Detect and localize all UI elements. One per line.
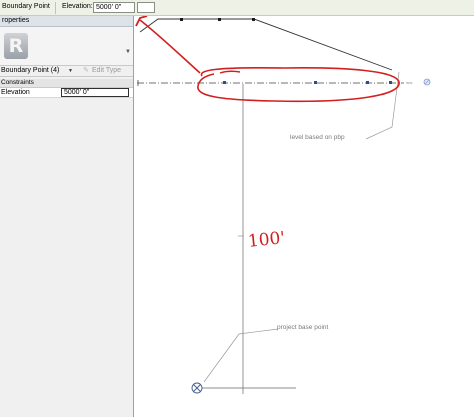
boundary-vertex	[180, 18, 183, 21]
edit-type-button[interactable]: Edit Type	[92, 67, 121, 74]
property-name: Elevation	[1, 89, 30, 96]
selection-label: Boundary Point	[2, 3, 50, 10]
level-point-marker	[314, 81, 317, 84]
red-markup-leader	[139, 19, 201, 74]
elevation-input[interactable]: 5000' 0"	[93, 2, 135, 13]
elevation-label: Elevation:	[62, 3, 93, 10]
properties-title: roperties	[0, 16, 133, 27]
handwritten-dimension: 100'	[247, 228, 287, 252]
dropdown-arrow-icon[interactable]: ▼	[68, 68, 73, 74]
level-note-label: level based on pbp	[290, 134, 345, 141]
project-base-point-label: project base point	[277, 324, 329, 331]
elevation-property-input[interactable]: 5000' 0"	[61, 88, 129, 97]
boundary-vertex	[252, 18, 255, 21]
elevation-unit-field[interactable]	[137, 2, 155, 13]
revit-family-icon: R	[4, 33, 28, 59]
level-point-marker	[223, 81, 226, 84]
property-row: Elevation 5000' 0"	[0, 88, 133, 98]
boundary-vertex	[218, 18, 221, 21]
project-base-point-icon	[191, 382, 203, 394]
level-note-leader	[365, 71, 400, 140]
level-head-tag: ≈≈	[406, 81, 413, 87]
level-point-marker	[389, 81, 392, 84]
level-point-marker	[366, 81, 369, 84]
constraints-group-header[interactable]: Constraints	[0, 79, 133, 88]
red-markup-ellipse	[197, 67, 400, 103]
project-base-point-leader	[203, 328, 279, 383]
red-markup-short-stroke	[219, 70, 241, 74]
chevron-down-icon[interactable]: ▼	[125, 49, 131, 55]
instance-selector[interactable]: Boundary Point (4) ▼ ✎ Edit Type	[0, 65, 133, 77]
edit-type-icon: ✎	[83, 67, 89, 74]
options-bar: Boundary Point Elevation: 5000' 0"	[0, 0, 474, 16]
instance-selector-label: Boundary Point (4)	[1, 67, 60, 74]
property-boundary-line	[139, 18, 393, 71]
drawing-canvas[interactable]: ≈≈ level based on pbp project base point…	[134, 16, 474, 417]
site-drawing: ≈≈	[135, 16, 431, 394]
properties-palette: roperties R ▼ Boundary Point (4) ▼ ✎ Edi…	[0, 16, 134, 417]
options-bar-divider	[55, 2, 56, 14]
